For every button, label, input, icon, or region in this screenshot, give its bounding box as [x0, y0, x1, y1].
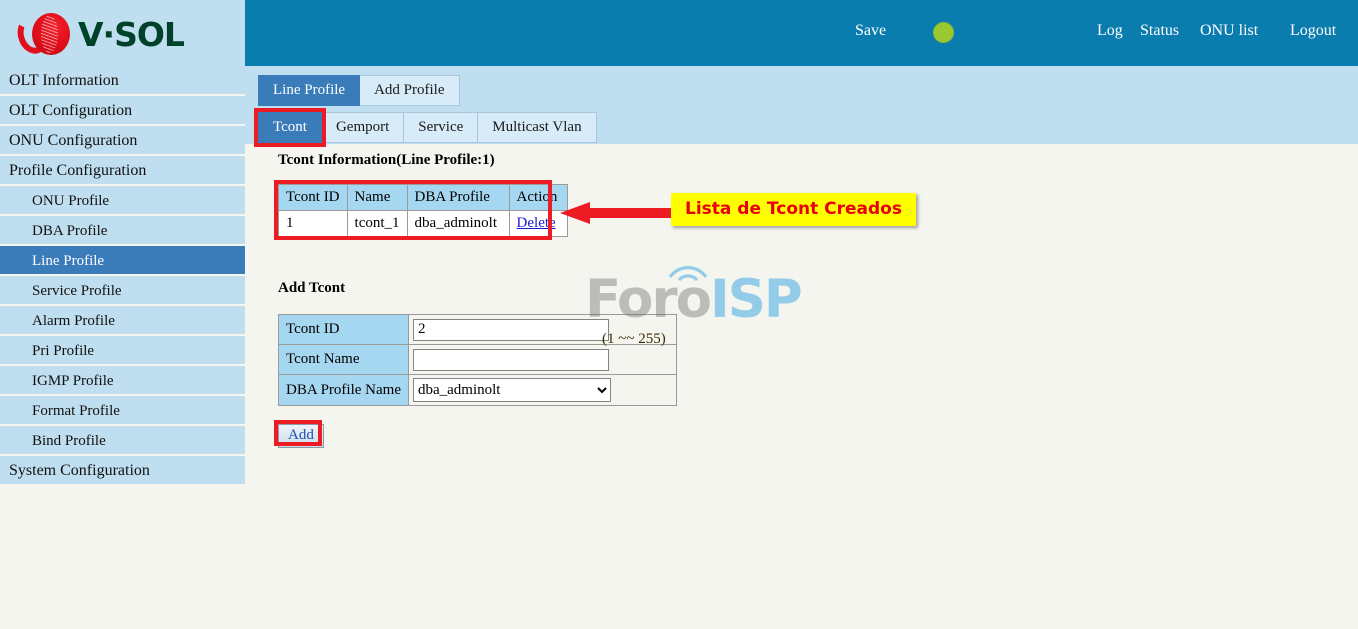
status-indicator-dot: [933, 22, 954, 43]
cell-name: tcont_1: [346, 210, 408, 237]
delete-link[interactable]: Delete: [517, 215, 556, 231]
field-tcont-name-cell: [407, 344, 677, 375]
label-tcont-id: Tcont ID: [278, 314, 409, 345]
tab-service[interactable]: Service: [404, 112, 479, 143]
logo-area: V·SOL: [0, 0, 245, 66]
status-link[interactable]: Status: [1140, 22, 1179, 40]
save-button[interactable]: Save: [855, 22, 886, 40]
form-row-tcont-name: Tcont Name: [278, 344, 677, 375]
cell-tcont-id: 1: [278, 210, 348, 237]
sidebar-item-line-profile[interactable]: Line Profile: [0, 246, 245, 276]
table-row: 1 tcont_1 dba_adminolt Delete: [278, 210, 568, 237]
sidebar: OLT Information OLT Configuration ONU Co…: [0, 66, 245, 629]
add-button[interactable]: Add: [278, 424, 324, 448]
column-header-tcont-id: Tcont ID: [278, 184, 348, 211]
tab-gemport[interactable]: Gemport: [321, 112, 405, 143]
page-root: V·SOL Save Log Status ONU list Logout Li…: [0, 0, 1358, 629]
field-dba-profile-cell: dba_adminolt: [407, 374, 677, 406]
vsol-logo-icon: [12, 10, 72, 58]
annotation-label: Lista de Tcont Creados: [671, 193, 916, 226]
column-header-action: Action: [508, 184, 568, 211]
column-header-name: Name: [346, 184, 408, 211]
tab-add-profile[interactable]: Add Profile: [360, 75, 460, 106]
tcont-information-title: Tcont Information(Line Profile:1): [278, 152, 495, 168]
label-tcont-name: Tcont Name: [278, 344, 409, 375]
cell-dba-profile: dba_adminolt: [406, 210, 510, 237]
sidebar-item-onu-configuration[interactable]: ONU Configuration: [0, 126, 245, 156]
sidebar-item-alarm-profile[interactable]: Alarm Profile: [0, 306, 245, 336]
sidebar-item-olt-information[interactable]: OLT Information: [0, 66, 245, 96]
sidebar-item-pri-profile[interactable]: Pri Profile: [0, 336, 245, 366]
tcont-id-input[interactable]: [412, 318, 609, 341]
form-row-dba-profile: DBA Profile Name dba_adminolt: [278, 374, 677, 406]
log-link[interactable]: Log: [1097, 22, 1123, 40]
sidebar-item-olt-configuration[interactable]: OLT Configuration: [0, 96, 245, 126]
left-arrow-annotation-icon: [560, 202, 680, 224]
brand-logo[interactable]: V·SOL: [12, 10, 185, 58]
tab-line-profile[interactable]: Line Profile: [258, 75, 361, 106]
sidebar-item-system-configuration[interactable]: System Configuration: [0, 456, 245, 486]
dba-profile-select[interactable]: dba_adminolt: [412, 378, 611, 402]
sidebar-item-dba-profile[interactable]: DBA Profile: [0, 216, 245, 246]
add-tcont-title: Add Tcont: [278, 280, 346, 296]
cell-action: Delete: [508, 210, 568, 237]
add-tcont-form-table: Tcont ID Tcont Name DBA Profile Name: [278, 314, 677, 406]
sidebar-item-igmp-profile[interactable]: IGMP Profile: [0, 366, 245, 396]
sidebar-item-format-profile[interactable]: Format Profile: [0, 396, 245, 426]
primary-tabs: Line Profile Add Profile: [258, 75, 460, 106]
tab-multicast-vlan[interactable]: Multicast Vlan: [478, 112, 597, 143]
table-header-row: Tcont ID Name DBA Profile Action: [278, 184, 568, 211]
column-header-dba-profile: DBA Profile: [406, 184, 510, 211]
logout-link[interactable]: Logout: [1290, 22, 1336, 40]
foroisp-wifi-arc-icon: [668, 266, 708, 281]
sidebar-item-profile-configuration[interactable]: Profile Configuration: [0, 156, 245, 186]
tab-tcont[interactable]: Tcont: [254, 108, 326, 147]
main-content: ForoISP Tcont Information(Line Profile:1…: [245, 144, 1358, 629]
secondary-tabs: Tcont Gemport Service Multicast Vlan: [254, 108, 597, 147]
label-dba-profile-name: DBA Profile Name: [278, 374, 409, 406]
sidebar-item-onu-profile[interactable]: ONU Profile: [0, 186, 245, 216]
top-bar: Save Log Status ONU list Logout: [245, 0, 1358, 66]
tcont-information-table: Tcont ID Name DBA Profile Action 1 tcont…: [278, 184, 568, 237]
tcont-id-range-hint: (1 ~~ 255): [602, 331, 666, 347]
watermark-isp: ISP: [710, 269, 803, 330]
tcont-name-input[interactable]: [412, 348, 609, 371]
sidebar-item-service-profile[interactable]: Service Profile: [0, 276, 245, 306]
brand-name: V·SOL: [78, 14, 185, 54]
sidebar-item-bind-profile[interactable]: Bind Profile: [0, 426, 245, 456]
onu-list-link[interactable]: ONU list: [1200, 22, 1258, 40]
